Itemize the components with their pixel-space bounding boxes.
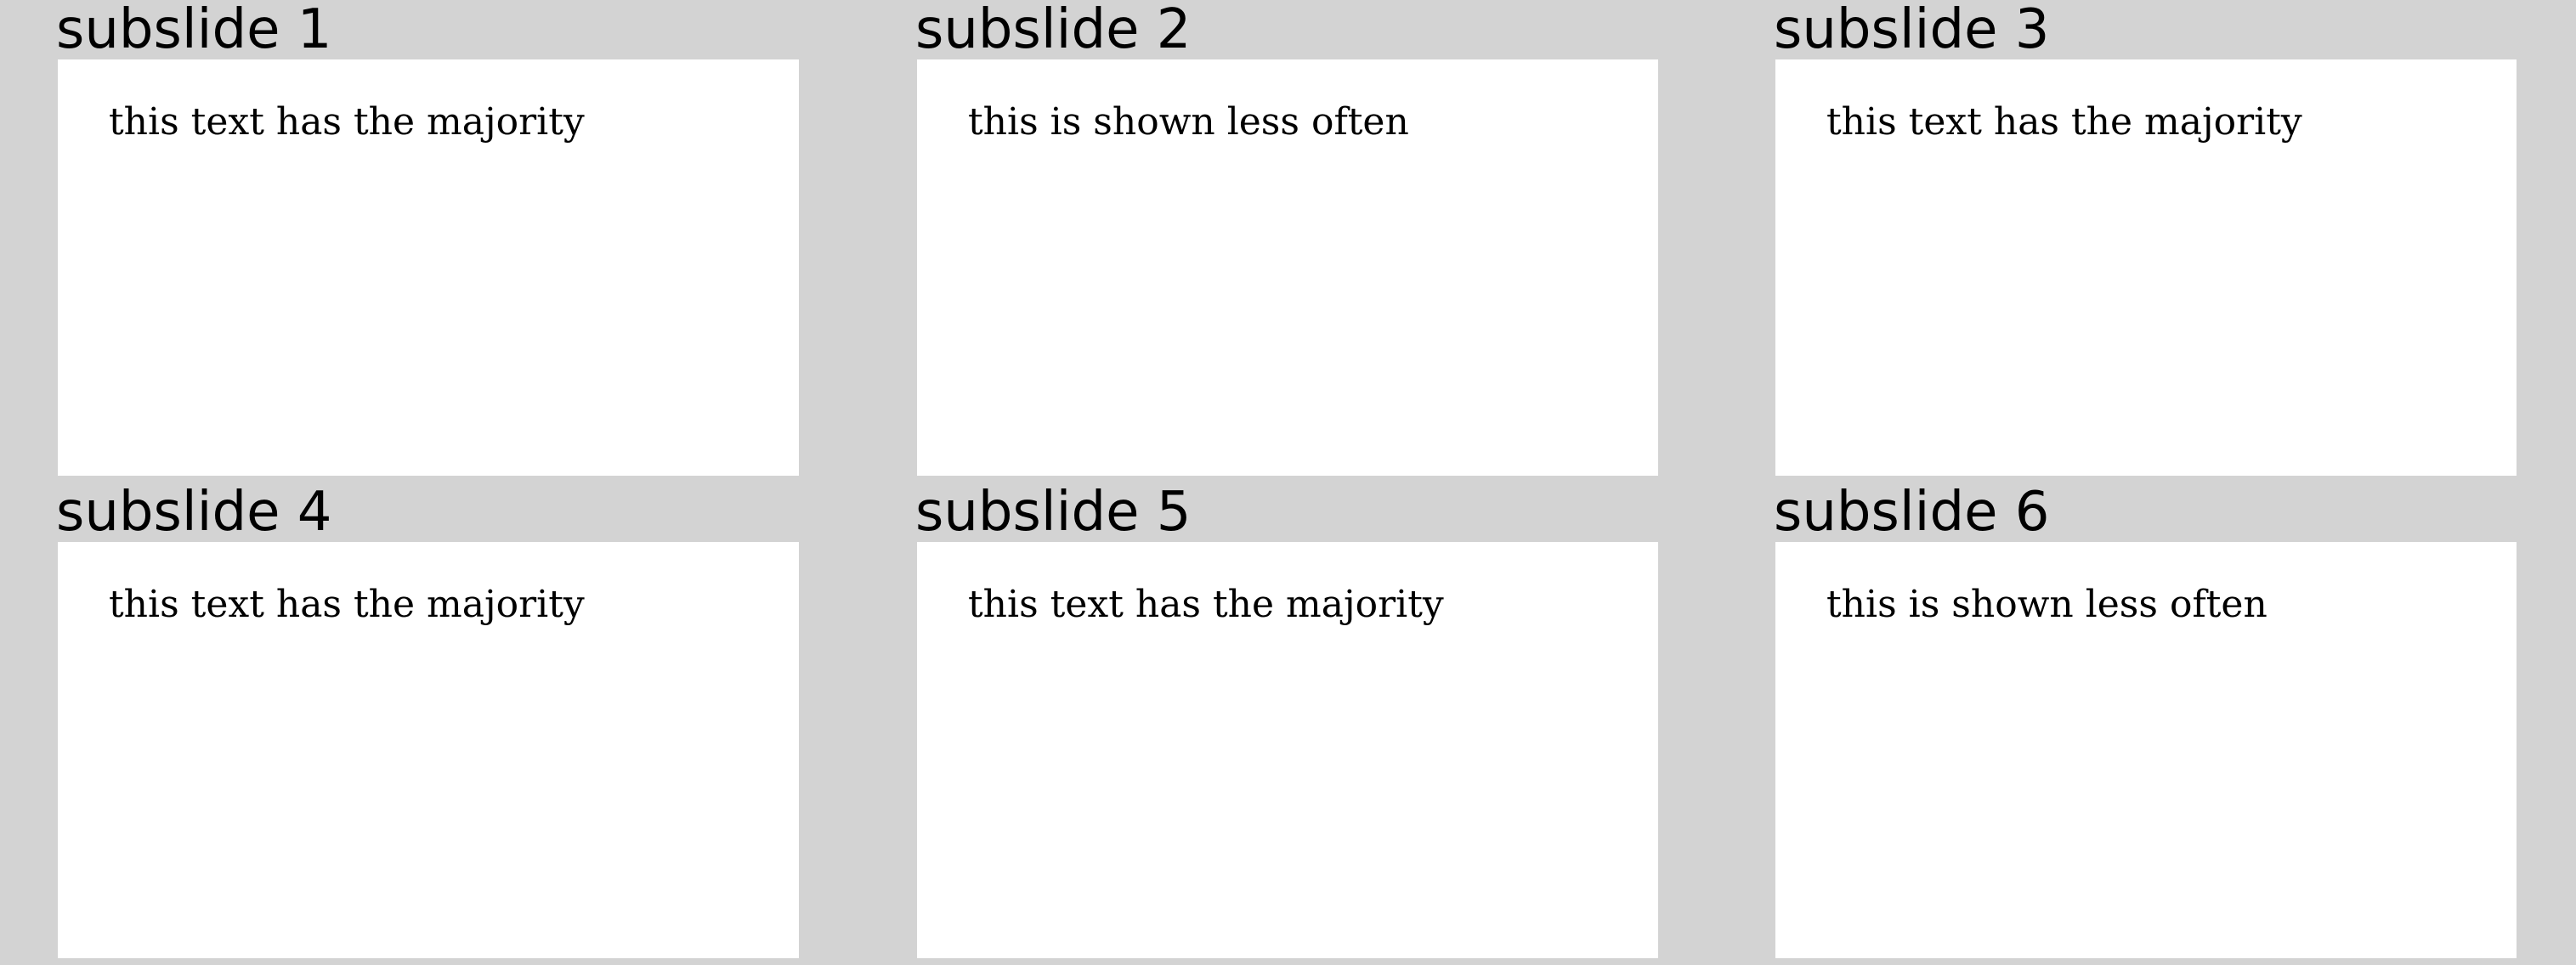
- slide-text: this text has the majority: [1826, 100, 2302, 144]
- slide-preview: this text has the majority: [1775, 59, 2517, 476]
- subslide-cell: subslide 4 this text has the majority: [56, 481, 799, 965]
- slide-text: this text has the majority: [968, 583, 1444, 626]
- subslide-title: subslide 4: [56, 481, 332, 544]
- subslide-title: subslide 6: [1774, 481, 2050, 544]
- slide-preview: this text has the majority: [58, 59, 799, 476]
- slide-preview: this is shown less often: [917, 59, 1658, 476]
- subslide-cell: subslide 5 this text has the majority: [915, 481, 1658, 965]
- slide-preview: this is shown less often: [1775, 542, 2517, 958]
- slide-text: this text has the majority: [109, 100, 585, 144]
- subslide-title: subslide 1: [56, 0, 332, 61]
- subslide-cell: subslide 1 this text has the majority: [56, 0, 799, 482]
- slide-text: this text has the majority: [109, 583, 585, 626]
- subslide-cell: subslide 3 this text has the majority: [1774, 0, 2517, 482]
- slide-text: this is shown less often: [968, 100, 1409, 144]
- slide-preview: this text has the majority: [917, 542, 1658, 958]
- subslide-title: subslide 3: [1774, 0, 2050, 61]
- subslide-cell: subslide 6 this is shown less often: [1774, 481, 2517, 965]
- subslide-title: subslide 2: [915, 0, 1192, 61]
- subslide-cell: subslide 2 this is shown less often: [915, 0, 1658, 482]
- slide-preview: this text has the majority: [58, 542, 799, 958]
- subslide-grid: subslide 1 this text has the majority su…: [0, 0, 2576, 965]
- slide-text: this is shown less often: [1826, 583, 2267, 626]
- subslide-title: subslide 5: [915, 481, 1192, 544]
